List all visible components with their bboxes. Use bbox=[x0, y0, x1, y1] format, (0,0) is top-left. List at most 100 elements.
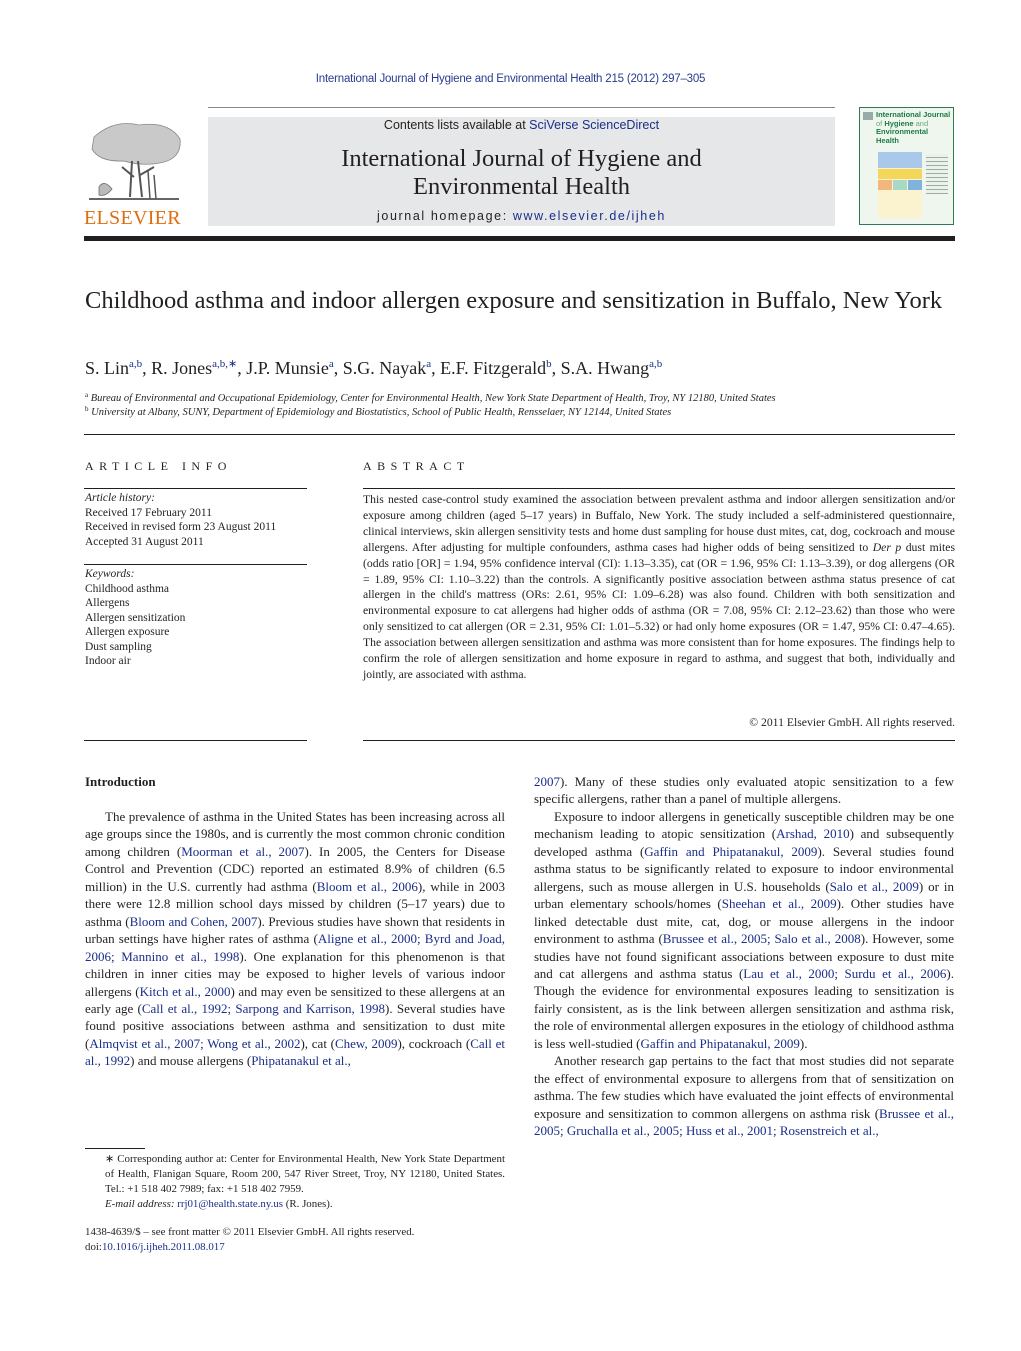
author[interactable]: E.F. Fitzgeraldb bbox=[440, 358, 552, 378]
citation-link[interactable]: Call et al., 1992; Sarpong and Karrison,… bbox=[142, 1001, 385, 1016]
keyword: Allergens bbox=[85, 597, 130, 609]
affiliation-text: University at Albany, SUNY, Department o… bbox=[91, 407, 672, 418]
abstract-text: This nested case-control study examined … bbox=[363, 492, 955, 683]
body-text: ), cat ( bbox=[300, 1035, 335, 1051]
contents-line: Contents lists available at SciVerse Sci… bbox=[208, 118, 835, 132]
abstract-text-part: This nested case-control study examined … bbox=[363, 493, 955, 554]
cover-panel-lightblue bbox=[908, 180, 922, 190]
body-column-left: The prevalence of asthma in the United S… bbox=[85, 808, 505, 1070]
cover-contents-list bbox=[926, 154, 948, 194]
author[interactable]: J.P. Munsiea bbox=[246, 358, 333, 378]
cover-panel-blue bbox=[878, 152, 922, 168]
affiliation: a Bureau of Environmental and Occupation… bbox=[85, 391, 776, 404]
cover-title: International Journal of Hygiene and Env… bbox=[876, 110, 953, 145]
article-info-heading: ARTICLE INFO bbox=[85, 459, 232, 473]
divider bbox=[84, 434, 955, 435]
author-affil-mark[interactable]: a bbox=[426, 358, 431, 370]
email-label: E-mail address: bbox=[105, 1198, 178, 1210]
author-name: R. Jones bbox=[151, 358, 213, 378]
email-line: E-mail address: rrj01@health.state.ny.us… bbox=[85, 1197, 505, 1212]
citation-link[interactable]: Phipatanakul et al., bbox=[251, 1053, 351, 1068]
author[interactable]: S. Lina,b bbox=[85, 358, 142, 378]
keyword: Allergen exposure bbox=[85, 626, 170, 638]
keyword: Allergen sensitization bbox=[85, 611, 186, 624]
author[interactable]: S.G. Nayaka bbox=[343, 358, 431, 378]
doi-link[interactable]: 10.1016/j.ijheh.2011.08.017 bbox=[102, 1241, 225, 1253]
cover-panel-teal bbox=[893, 180, 907, 190]
journal-cover-thumbnail[interactable]: International Journal of Hygiene and Env… bbox=[859, 107, 954, 225]
citation-link[interactable]: Kitch et al., 2000 bbox=[140, 984, 231, 999]
homepage-line: journal homepage: www.elsevier.de/ijheh bbox=[208, 209, 835, 223]
journal-homepage-link[interactable]: www.elsevier.de/ijheh bbox=[513, 209, 666, 223]
citation-link[interactable]: Bloom et al., 2006 bbox=[317, 879, 418, 894]
citation-link[interactable]: 2007 bbox=[534, 774, 560, 789]
citation-link[interactable]: Salo et al., 2009 bbox=[830, 879, 919, 894]
affiliation: b University at Albany, SUNY, Department… bbox=[85, 405, 671, 418]
author-name: S.A. Hwang bbox=[560, 358, 650, 378]
keyword: Childhood asthma bbox=[85, 582, 170, 595]
affiliation-mark: b bbox=[85, 405, 89, 413]
paragraph: Another research gap pertains to the fac… bbox=[534, 1052, 954, 1139]
body-text: ) and mouse allergens ( bbox=[130, 1053, 252, 1069]
email-suffix: (R. Jones). bbox=[283, 1198, 333, 1210]
history-item: Received 17 February 2011 bbox=[85, 506, 212, 519]
abstract-heading: ABSTRACT bbox=[363, 459, 470, 473]
citation-link[interactable]: Chew, 2009 bbox=[335, 1036, 397, 1051]
divider bbox=[84, 564, 307, 565]
doi-prefix: doi: bbox=[85, 1241, 102, 1253]
affiliation-mark: a bbox=[85, 391, 89, 399]
top-rule bbox=[208, 107, 835, 108]
keywords-label: Keywords: bbox=[85, 568, 135, 580]
footnote: ∗ Corresponding author at: Center for En… bbox=[85, 1152, 505, 1212]
email-link[interactable]: rrj01@health.state.ny.us bbox=[177, 1198, 283, 1210]
citation-link[interactable]: Brussee et al., 2005; Salo et al., 2008 bbox=[663, 931, 861, 946]
header-thick-rule bbox=[84, 236, 955, 241]
author-affil-mark[interactable]: b bbox=[546, 358, 552, 370]
keywords: Keywords: Childhood asthma Allergens All… bbox=[85, 567, 185, 669]
corresponding-author-note: ∗ Corresponding author at: Center for En… bbox=[85, 1152, 505, 1197]
author-name: E.F. Fitzgerald bbox=[440, 358, 547, 378]
running-head[interactable]: International Journal of Hygiene and Env… bbox=[0, 73, 1021, 85]
affiliation-text: Bureau of Environmental and Occupational… bbox=[90, 393, 776, 404]
paragraph: Exposure to indoor allergens in genetica… bbox=[534, 808, 954, 1052]
divider bbox=[84, 740, 307, 741]
abstract-text-part: dust mites (odds ratio [OR] = 1.94, 95% … bbox=[363, 540, 956, 681]
article-title: Childhood asthma and indoor allergen exp… bbox=[85, 287, 943, 314]
author-name: J.P. Munsie bbox=[246, 358, 329, 378]
doi-line: doi:10.1016/j.ijheh.2011.08.017 bbox=[85, 1240, 505, 1255]
elsevier-logo[interactable]: ELSEVIER bbox=[84, 117, 188, 228]
divider bbox=[363, 488, 955, 489]
citation-link[interactable]: Moorman et al., 2007 bbox=[181, 844, 304, 859]
body-text: ). bbox=[799, 1035, 808, 1051]
sciencedirect-link[interactable]: SciVerse ScienceDirect bbox=[529, 118, 659, 132]
keyword: Indoor air bbox=[85, 655, 131, 667]
author-affil-mark[interactable]: a,b,∗ bbox=[212, 358, 237, 370]
cover-artwork bbox=[878, 152, 922, 218]
body-text: ), cockroach ( bbox=[397, 1035, 471, 1051]
author-name: S. Lin bbox=[85, 358, 130, 378]
front-matter-text: 1438-4639/$ – see front matter © 2011 El… bbox=[85, 1226, 415, 1238]
author[interactable]: S.A. Hwanga,b bbox=[561, 358, 663, 378]
contents-prefix: Contents lists available at bbox=[383, 118, 530, 132]
citation-link[interactable]: Gaffin and Phipatanakul, 2009 bbox=[644, 844, 817, 859]
article-history: Article history: Received 17 February 20… bbox=[85, 491, 276, 549]
citation-link[interactable]: Sheehan et al., 2009 bbox=[722, 896, 837, 911]
author-affil-mark[interactable]: a,b bbox=[129, 358, 142, 370]
cover-title-line3: Environmental Health bbox=[876, 127, 929, 145]
homepage-prefix: journal homepage: bbox=[377, 209, 513, 223]
author[interactable]: R. Jonesa,b,∗ bbox=[151, 358, 237, 378]
cover-badge-icon bbox=[863, 112, 873, 120]
journal-title-line1: International Journal of Hygiene and bbox=[341, 145, 702, 172]
body-column-right: 2007). Many of these studies only evalua… bbox=[534, 773, 954, 1140]
citation-link[interactable]: Bloom and Cohen, 2007 bbox=[130, 914, 258, 929]
article-history-label: Article history: bbox=[85, 492, 155, 504]
cover-panel-orange bbox=[878, 180, 892, 190]
citation-link[interactable]: Almqvist et al., 2007; Wong et al., 2002 bbox=[89, 1036, 300, 1051]
citation-link[interactable]: Arshad, 2010 bbox=[776, 826, 850, 841]
paragraph: The prevalence of asthma in the United S… bbox=[85, 808, 505, 1070]
author-list: S. Lina,b, R. Jonesa,b,∗, J.P. Munsiea, … bbox=[85, 358, 663, 378]
citation-link[interactable]: Lau et al., 2000; Surdu et al., 2006 bbox=[743, 966, 946, 981]
author-affil-mark[interactable]: a bbox=[329, 358, 334, 370]
citation-link[interactable]: Gaffin and Phipatanakul, 2009 bbox=[641, 1036, 800, 1051]
author-affil-mark[interactable]: a,b bbox=[649, 358, 662, 370]
